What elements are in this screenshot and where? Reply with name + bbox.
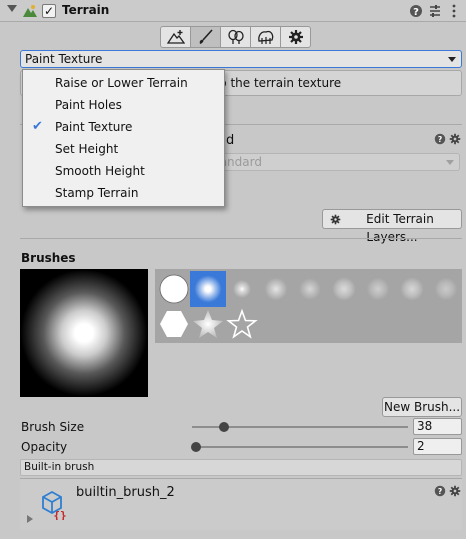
tool-paint-terrain-button[interactable] xyxy=(190,26,221,48)
terrain-toolbar xyxy=(160,26,311,48)
brush-star-outline[interactable] xyxy=(226,308,258,340)
tool-select-dropdown[interactable]: Paint Texture xyxy=(20,50,462,68)
menu-item[interactable]: Paint Holes xyxy=(23,94,224,116)
chevron-down-icon xyxy=(446,160,454,165)
tool-paint-trees-button[interactable] xyxy=(220,26,251,48)
menu-item-label: Paint Holes xyxy=(55,98,122,112)
noise-brush-icon xyxy=(430,273,462,305)
gear-icon[interactable] xyxy=(449,485,461,497)
soft-small-brush-icon xyxy=(226,273,258,305)
noise-brush-icon xyxy=(260,273,292,305)
gear-icon[interactable] xyxy=(449,133,461,145)
paint-terrain-icon xyxy=(199,29,213,44)
brush-preview xyxy=(20,269,148,397)
tool-select-value: Paint Texture xyxy=(25,52,103,66)
svg-text:{}: {} xyxy=(53,509,66,520)
material-type-dropdown: tandard xyxy=(214,153,460,171)
edit-terrain-layers-label: Edit Terrain Layers... xyxy=(366,212,434,244)
help-icon[interactable]: ? xyxy=(434,485,446,497)
brush-noise-3[interactable] xyxy=(328,273,360,305)
brush-soft-circle[interactable] xyxy=(190,271,226,307)
brush-hard-circle[interactable] xyxy=(158,273,190,305)
menu-item-label: Paint Texture xyxy=(55,120,133,134)
menu-item[interactable]: Smooth Height xyxy=(23,160,224,182)
chevron-down-icon xyxy=(448,57,456,62)
brush-noise-4[interactable] xyxy=(362,273,394,305)
brush-size-slider-thumb[interactable] xyxy=(219,422,230,432)
opacity-label: Opacity xyxy=(21,440,68,454)
noise-brush-icon xyxy=(294,273,326,305)
brush-hexagon[interactable] xyxy=(158,308,190,340)
new-brush-button[interactable]: New Brush... xyxy=(382,397,462,417)
preset-icon[interactable] xyxy=(427,3,443,19)
brush-asset-name: builtin_brush_2 xyxy=(76,485,175,500)
noise-brush-icon xyxy=(328,273,360,305)
noise-brush-icon xyxy=(362,273,394,305)
brush-noise-5[interactable] xyxy=(396,273,428,305)
brush-soft-star[interactable] xyxy=(192,308,224,340)
star-outline-brush-icon xyxy=(226,308,258,339)
svg-text:?: ? xyxy=(438,135,442,144)
help-icon[interactable]: ? xyxy=(434,133,446,145)
material-label: d xyxy=(226,133,235,148)
menu-item[interactable]: Raise or Lower Terrain xyxy=(23,72,224,94)
brush-info-label: Built-in brush xyxy=(20,459,462,476)
hexagon-brush-icon xyxy=(160,311,188,337)
new-brush-label: New Brush... xyxy=(383,400,461,414)
noise-brush-icon xyxy=(396,273,428,305)
tool-terrain-settings-button[interactable] xyxy=(280,26,311,48)
enabled-checkbox[interactable]: ✓ xyxy=(42,4,56,18)
brush-list xyxy=(155,269,462,343)
divider xyxy=(20,238,462,239)
context-menu-icon[interactable] xyxy=(446,3,462,19)
opacity-field[interactable]: 2 xyxy=(413,438,462,455)
menu-item-label: Smooth Height xyxy=(55,164,145,178)
create-neighbor-terrains-icon xyxy=(166,30,185,44)
brush-noise-1[interactable] xyxy=(260,273,292,305)
svg-text:?: ? xyxy=(438,487,442,496)
soft-star-brush-icon xyxy=(193,310,223,338)
menu-item-label: Set Height xyxy=(55,142,119,156)
opacity-slider-thumb[interactable] xyxy=(191,442,202,452)
menu-item-label: Raise or Lower Terrain xyxy=(55,76,188,90)
svg-text:?: ? xyxy=(413,7,419,18)
tool-create-neighbor-button[interactable] xyxy=(160,26,191,48)
menu-item[interactable]: Set Height xyxy=(23,138,224,160)
brush-soft-small[interactable] xyxy=(226,273,258,305)
opacity-slider-track[interactable] xyxy=(192,446,408,448)
edit-terrain-layers-button[interactable]: Edit Terrain Layers... xyxy=(322,209,462,244)
brushes-heading: Brushes xyxy=(21,251,76,265)
brush-noise-6[interactable] xyxy=(430,273,462,305)
expand-arrow-icon[interactable] xyxy=(27,515,33,523)
menu-item-label: Stamp Terrain xyxy=(55,186,139,200)
brush-size-label: Brush Size xyxy=(21,420,85,434)
component-title: Terrain xyxy=(62,3,110,17)
brush-noise-2[interactable] xyxy=(294,273,326,305)
menu-item[interactable]: ✔ Paint Texture xyxy=(23,116,224,138)
menu-item[interactable]: Stamp Terrain xyxy=(23,182,224,204)
paint-details-icon xyxy=(257,30,273,44)
terrain-component-icon xyxy=(23,5,37,17)
checkmark-icon: ✔ xyxy=(32,119,43,134)
script-asset-icon: {} xyxy=(42,490,67,520)
terrain-settings-icon xyxy=(288,30,303,44)
help-icon[interactable]: ? xyxy=(408,3,424,19)
brush-size-field[interactable]: 38 xyxy=(413,418,462,435)
foldout-arrow-icon[interactable] xyxy=(7,5,17,12)
soft-circle-brush-icon xyxy=(192,273,224,305)
tool-dropdown-menu: Raise or Lower Terrain Paint Holes ✔ Paint … xyxy=(22,69,225,207)
tool-paint-details-button[interactable] xyxy=(250,26,281,48)
hard-circle-brush-icon xyxy=(159,274,189,304)
gear-icon xyxy=(330,214,341,225)
brush-asset-panel: {} builtin_brush_2 ? xyxy=(20,478,462,530)
paint-trees-icon xyxy=(227,29,244,44)
tool-help-text: nto the terrain texture xyxy=(207,76,342,90)
